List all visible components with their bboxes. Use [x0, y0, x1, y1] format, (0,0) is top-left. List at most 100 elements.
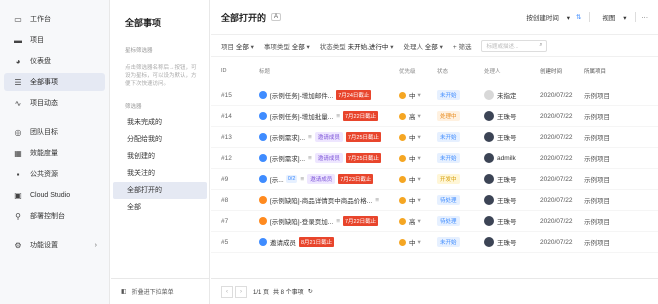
issue-title[interactable]: [示例任务]-增加邮件... 7月24日截止	[259, 90, 399, 100]
status[interactable]: 待处理	[437, 216, 484, 226]
priority[interactable]: 中 ▾	[399, 90, 437, 100]
description-icon: ≡	[308, 154, 312, 162]
assignee[interactable]: 未指定	[484, 90, 540, 100]
description-icon: ≡	[375, 196, 379, 204]
filter-item[interactable]: 全部打开的	[113, 182, 207, 199]
sort-dropdown[interactable]: 按创建时间 ▾	[520, 12, 570, 22]
nav-item-chart[interactable]: ▦ 效能度量	[4, 144, 105, 162]
assignee[interactable]: 王珠号	[484, 195, 540, 205]
assignee[interactable]: 王珠号	[484, 237, 540, 247]
assignee[interactable]: admilk	[484, 153, 540, 163]
invite-tag: 邀请成员	[314, 132, 343, 142]
table-row[interactable]: #5 邀请成员 8月21日截止中 ▾ 未开始 王珠号 2020/07/22 示例项目	[211, 232, 658, 253]
status[interactable]: 未开始	[437, 90, 484, 100]
priority[interactable]: 高 ▾	[399, 111, 437, 121]
filter-item[interactable]: 全部	[113, 199, 207, 216]
view-tag[interactable]: A	[271, 13, 282, 21]
nav-item-label: 项目动态	[30, 100, 58, 107]
priority[interactable]: 中 ▾	[399, 195, 437, 205]
view-dropdown[interactable]: 视图 ▾	[596, 12, 626, 22]
priority-icon	[399, 154, 406, 162]
nav-item-label: 工作台	[30, 16, 51, 23]
filter-item[interactable]: 分配给我的	[113, 131, 207, 148]
next-page-button[interactable]: ›	[235, 285, 247, 298]
status[interactable]: 待处理	[437, 195, 484, 205]
nav-item-deploy[interactable]: ⚲ 部署控制台	[4, 207, 105, 225]
due-date-badge: 7月24日截止	[336, 90, 372, 100]
filter-item[interactable]: 我关注的	[113, 165, 207, 182]
table-row[interactable]: #9 [示... 0/2 ≡ 邀请成员 7月23日截止中 ▾ 开发中 王珠号 2020/07/22…	[211, 169, 658, 190]
priority[interactable]: 中 ▾	[399, 237, 437, 247]
nav-item-dashboard[interactable]: ◕ 仪表盘	[4, 52, 105, 70]
issue-title-text: [示例任务]-增加批量...	[270, 114, 334, 121]
status[interactable]: 开发中	[437, 174, 484, 184]
status[interactable]: 未开始	[437, 237, 484, 247]
nav-item-activity[interactable]: ∿ 项目动态	[4, 94, 105, 112]
requirement-icon	[259, 175, 267, 183]
assignee[interactable]: 王珠号	[484, 174, 540, 184]
filter-dropdown[interactable]: 事项类型 全部 ▾	[264, 41, 310, 51]
assignee[interactable]: 王珠号	[484, 111, 540, 121]
nav-item-target[interactable]: ◎ 团队目标	[4, 123, 105, 141]
nav-item-cloud-studio[interactable]: ▣ Cloud Studio	[4, 186, 105, 204]
assignee-name: 王珠号	[497, 135, 517, 142]
table-row[interactable]: #13 [示例需求]... ≡ 邀请成员 7月25日截止中 ▾ 未开始 王珠号 2020/07/…	[211, 127, 658, 148]
table-row[interactable]: #7 [示例缺陷]-登录页加... ≡ 7月22日截止高 ▾ 待处理 王珠号 2020/07/…	[211, 211, 658, 232]
collapse-label: 折叠进下拉菜单	[131, 290, 174, 296]
nav-item-settings[interactable]: ⚙ 功能设置 ›	[4, 236, 105, 254]
issue-title[interactable]: [示例需求]... ≡ 邀请成员 7月25日截止	[259, 153, 399, 163]
priority-label: 高	[409, 114, 416, 121]
page-indicator[interactable]: 1/1 页	[253, 287, 269, 296]
issue-title[interactable]: [示... 0/2 ≡ 邀请成员 7月23日截止	[259, 174, 399, 184]
search-input[interactable]: 标题或描述... ⌕	[481, 39, 548, 52]
cloud-studio-icon: ▣	[14, 190, 22, 200]
priority[interactable]: 中 ▾	[399, 174, 437, 184]
issue-id: #7	[221, 217, 229, 225]
status[interactable]: 未开始	[437, 153, 484, 163]
table-row[interactable]: #8 [示例缺陷]-商品详情页中商品价格... ≡ 中 ▾ 待处理 王珠号 2020/07/2…	[211, 190, 658, 211]
filter-bar: 项目 全部 ▾ 事项类型 全部 ▾ 状态类型 未开始,进行中 ▾ 处理人 全部 ▾ + …	[211, 35, 658, 57]
priority[interactable]: 中 ▾	[399, 132, 437, 142]
filter-dropdown[interactable]: 项目 全部 ▾	[221, 41, 254, 51]
issue-title-text: 邀请成员	[270, 240, 296, 247]
nav-item-inbox[interactable]: ▭ 工作台	[4, 10, 105, 28]
sort-direction-icon[interactable]: ⇅	[576, 13, 581, 21]
status[interactable]: 处理中	[437, 111, 484, 121]
prev-page-button[interactable]: ‹	[221, 285, 233, 298]
issue-title[interactable]: [示例需求]... ≡ 邀请成员 7月25日截止	[259, 132, 399, 142]
assignee[interactable]: 王珠号	[484, 216, 540, 226]
chevron-down-icon: ▾	[417, 113, 421, 120]
priority[interactable]: 高 ▾	[399, 216, 437, 226]
issue-title[interactable]: 邀请成员 8月21日截止	[259, 237, 399, 247]
table-row[interactable]: #12 [示例需求]... ≡ 邀请成员 7月25日截止中 ▾ 未开始 admilk 2020/…	[211, 148, 658, 169]
assignee[interactable]: 王珠号	[484, 132, 540, 142]
table-row[interactable]: #14 [示例任务]-增加批量... ≡ 7月22日截止高 ▾ 处理中 王珠号 2020/07…	[211, 106, 658, 127]
filter-item[interactable]: 我未完成的	[113, 114, 207, 131]
status-badge: 未开始	[437, 153, 460, 163]
table-row[interactable]: #15 [示例任务]-增加邮件... 7月24日截止中 ▾ 未开始 未指定 2020/07/…	[211, 85, 658, 106]
status[interactable]: 未开始	[437, 132, 484, 142]
refresh-icon[interactable]: ↻	[308, 288, 313, 295]
nav-item-list[interactable]: ☰ 全部事项	[4, 73, 105, 91]
filter-dropdown[interactable]: 状态类型 未开始,进行中 ▾	[320, 41, 394, 51]
task-icon	[259, 238, 267, 246]
nav-item-grid[interactable]: ▪ 公共资源	[4, 165, 105, 183]
more-icon[interactable]: ···	[642, 14, 649, 21]
issue-title[interactable]: [示例缺陷]-商品详情页中商品价格... ≡	[259, 195, 399, 205]
created-date: 2020/07/22	[540, 112, 573, 120]
filter-dropdown[interactable]: 处理人 全部 ▾	[403, 41, 442, 51]
description-icon: ≡	[336, 112, 340, 120]
issue-title[interactable]: [示例缺陷]-登录页加... ≡ 7月22日截止	[259, 216, 399, 226]
filter-item[interactable]: 我创建的	[113, 148, 207, 165]
issue-title[interactable]: [示例任务]-增加批量... ≡ 7月22日截止	[259, 111, 399, 121]
priority[interactable]: 中 ▾	[399, 153, 437, 163]
avatar	[484, 237, 494, 247]
column-header: 状态	[437, 69, 449, 75]
nav-item-folder[interactable]: ▬ 项目	[4, 31, 105, 49]
collapse-to-dropdown-button[interactable]: ◧ 折叠进下拉菜单	[111, 278, 210, 304]
due-date-badge: 7月25日截止	[345, 153, 382, 163]
avatar	[484, 132, 494, 142]
assignee-name: admilk	[497, 154, 516, 162]
add-filter-button[interactable]: + 筛选	[453, 41, 472, 51]
created-date: 2020/07/22	[540, 196, 573, 204]
